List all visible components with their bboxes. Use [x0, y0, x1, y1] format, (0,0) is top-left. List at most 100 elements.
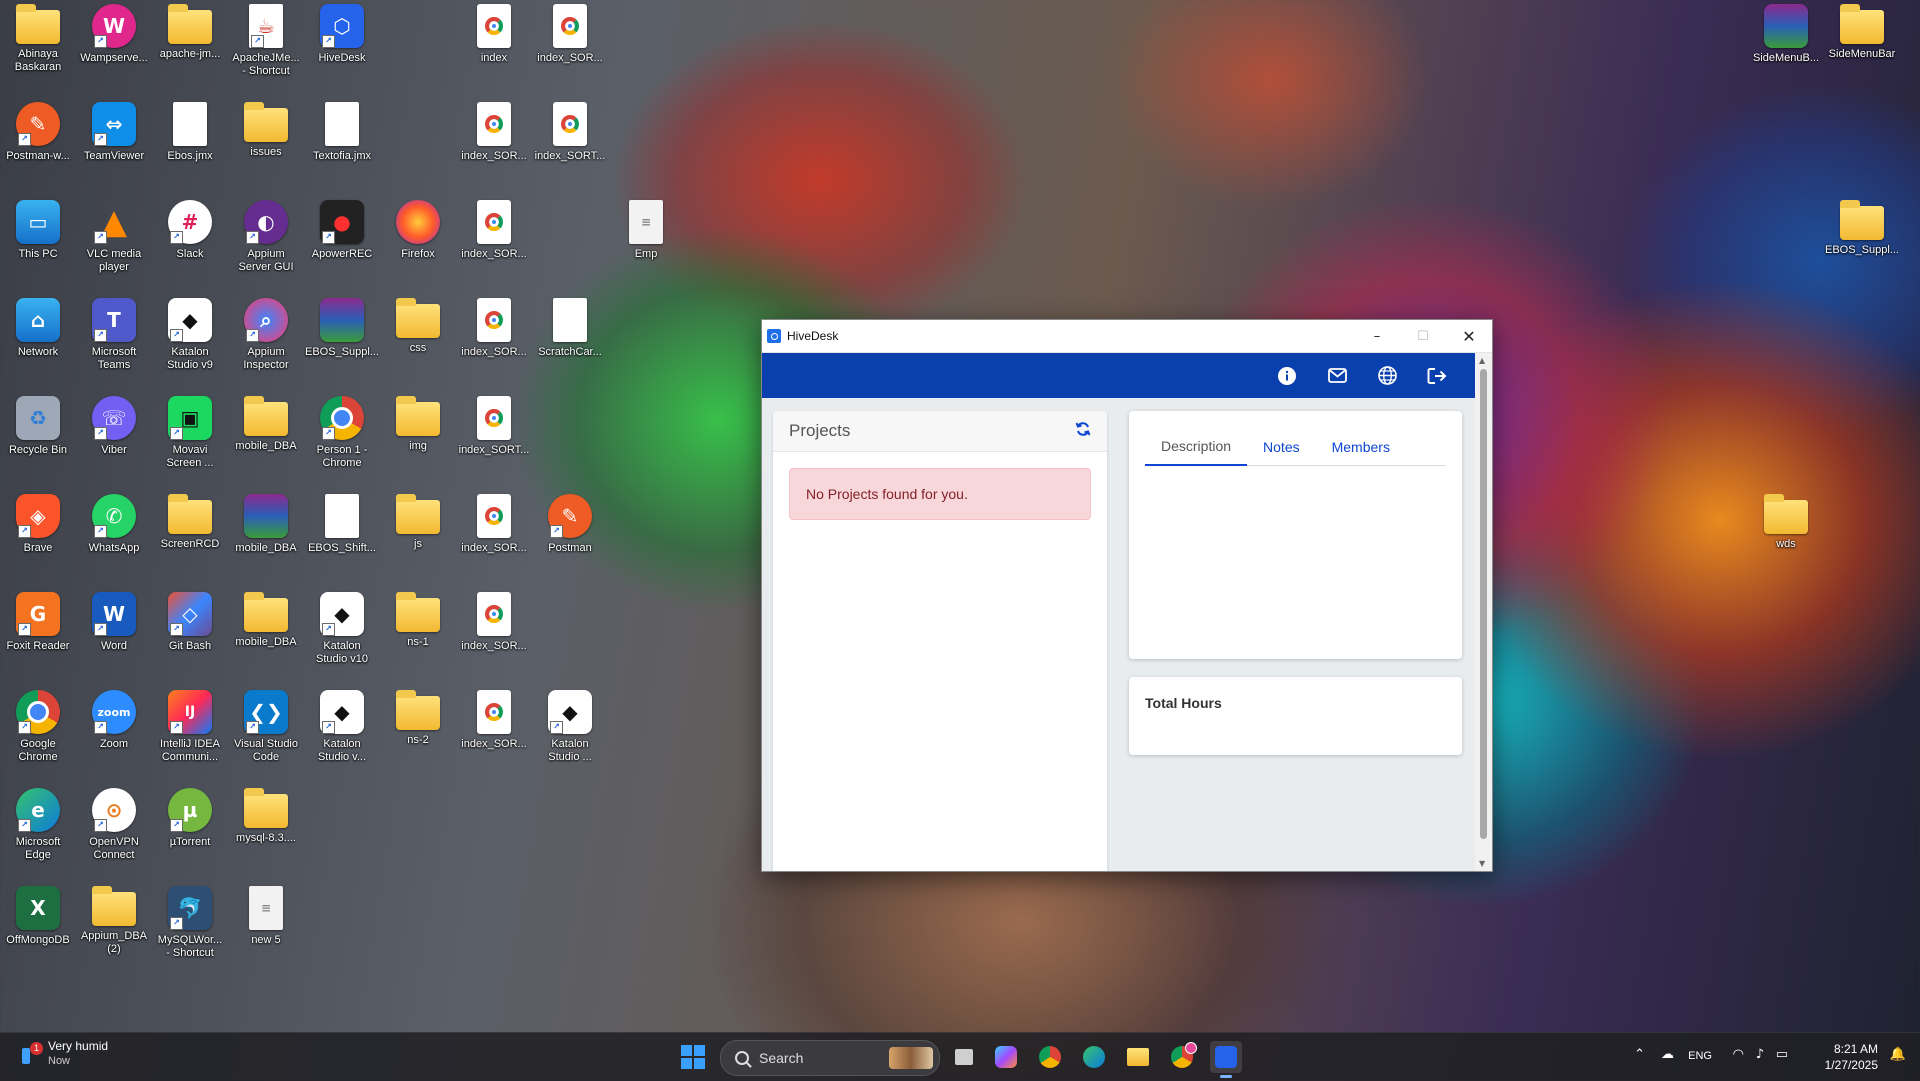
desktop-icon-wds[interactable]: wds — [1748, 494, 1824, 574]
desktop-icon-vscode[interactable]: ❮❯ ↗ Visual Studio Code — [228, 690, 304, 770]
desktop-icon-foxit-reader[interactable]: G ↗ Foxit Reader — [0, 592, 76, 672]
desktop-icon-ebos-jmx[interactable]: Ebos.jmx — [152, 102, 228, 182]
logout-button[interactable] — [1421, 360, 1453, 392]
desktop-icon-emp[interactable]: ≡ Emp — [608, 200, 684, 280]
desktop-icon-wampserver[interactable]: W ↗ Wampserve... — [76, 4, 152, 84]
maximize-button[interactable]: ☐ — [1400, 320, 1446, 352]
desktop-icon-index-sor-2[interactable]: index_SOR... — [456, 102, 532, 182]
edge-taskbar-button[interactable] — [1078, 1041, 1110, 1073]
task-view-button[interactable] — [948, 1041, 980, 1073]
language-indicator[interactable]: ENG — [1688, 1050, 1712, 1062]
desktop-icon-sidemenub-archive[interactable]: SideMenuB... — [1748, 4, 1824, 84]
vertical-scrollbar[interactable]: ▲ ▼ — [1475, 353, 1492, 871]
start-button[interactable] — [681, 1045, 705, 1069]
desktop-icon-utorrent[interactable]: µ ↗ µTorrent — [152, 788, 228, 868]
desktop-icon-openvpn[interactable]: ⊙ ↗ OpenVPN Connect — [76, 788, 152, 868]
minimize-button[interactable]: – — [1354, 320, 1400, 352]
desktop-icon-mysql-zip[interactable]: mysql-8.3.... — [228, 788, 304, 868]
desktop-icon-person-1-chrome[interactable]: ↗ Person 1 - Chrome — [304, 396, 380, 476]
hivedesk-taskbar-button[interactable] — [1210, 1041, 1242, 1078]
desktop-icon-ebos-suppl-archive[interactable]: EBOS_Suppl... — [304, 298, 380, 378]
desktop-icon-ns-2[interactable]: ns-2 — [380, 690, 456, 770]
desktop-icon-katalon-v10[interactable]: ◆ ↗ Katalon Studio v10 — [304, 592, 380, 672]
desktop-icon-google-chrome[interactable]: ↗ Google Chrome — [0, 690, 76, 770]
desktop-icon-index-sor-5[interactable]: index_SOR... — [456, 494, 532, 574]
desktop-icon-index[interactable]: index — [456, 4, 532, 84]
desktop-icon-index-sor[interactable]: index_SOR... — [532, 4, 608, 84]
onedrive-cloud-icon[interactable]: ☁ — [1661, 1047, 1674, 1062]
desktop-icon-appium-dba-2[interactable]: Appium_DBA (2) — [76, 886, 152, 966]
scrollbar-thumb[interactable] — [1480, 369, 1487, 839]
taskbar-search[interactable]: Search — [720, 1040, 940, 1076]
volume-icon[interactable]: ♪ — [1756, 1047, 1764, 1062]
desktop-icon-viber[interactable]: ☏ ↗ Viber — [76, 396, 152, 476]
desktop-icon-abinaya-baskaran[interactable]: Abinaya Baskaran — [0, 4, 76, 84]
desktop-icon-js[interactable]: js — [380, 494, 456, 574]
desktop-icon-this-pc[interactable]: ▭ This PC — [0, 200, 76, 280]
notification-bell-icon[interactable]: 🔔 — [1890, 1047, 1906, 1062]
desktop-icon-css[interactable]: css — [380, 298, 456, 378]
desktop-icon-ns-1[interactable]: ns-1 — [380, 592, 456, 672]
desktop-icon-git-bash[interactable]: ◇ ↗ Git Bash — [152, 592, 228, 672]
battery-icon[interactable]: ▭ — [1776, 1047, 1788, 1062]
wifi-icon[interactable]: ◠ — [1733, 1047, 1744, 1062]
desktop-icon-postman[interactable]: ✎ ↗ Postman — [532, 494, 608, 574]
desktop-icon-movavi[interactable]: ▣ ↗ Movavi Screen ... — [152, 396, 228, 476]
scroll-down-icon[interactable]: ▼ — [1479, 859, 1485, 868]
window-titlebar[interactable]: HiveDesk – ☐ ✕ — [762, 320, 1492, 353]
desktop-icon-apache-jmeter-shortcut[interactable]: ☕ ↗ ApacheJMe... - Shortcut — [228, 4, 304, 84]
desktop-icon-index-sor-7[interactable]: index_SOR... — [456, 690, 532, 770]
desktop-icon-appium-server[interactable]: ◐ ↗ Appium Server GUI — [228, 200, 304, 280]
desktop-icon-brave[interactable]: ◈ ↗ Brave — [0, 494, 76, 574]
close-button[interactable]: ✕ — [1446, 320, 1492, 352]
desktop-icon-recycle-bin[interactable]: ♻ Recycle Bin — [0, 396, 76, 476]
desktop-icon-word[interactable]: W ↗ Word — [76, 592, 152, 672]
desktop-icon-firefox[interactable]: Firefox — [380, 200, 456, 280]
desktop-icon-mysql-workbench[interactable]: 🐬 ↗ MySQLWor... - Shortcut — [152, 886, 228, 966]
desktop-icon-apache-jmeter-folder[interactable]: apache-jm... — [152, 4, 228, 84]
weather-widget[interactable]: 1 Very humid Now — [18, 1039, 108, 1067]
desktop-icon-scratchcar[interactable]: ScratchCar... — [532, 298, 608, 378]
desktop-icon-ebos-shift[interactable]: EBOS_Shift... — [304, 494, 380, 574]
desktop-icon-intellij[interactable]: IJ ↗ IntelliJ IDEA Communi... — [152, 690, 228, 770]
desktop-icon-index-sor-3[interactable]: index_SOR... — [456, 200, 532, 280]
desktop-icon-sidemenubar[interactable]: SideMenuBar — [1824, 4, 1900, 84]
desktop-icon-network[interactable]: ⌂ Network — [0, 298, 76, 378]
desktop-icon-appium-inspector[interactable]: ⌕ ↗ Appium Inspector — [228, 298, 304, 378]
desktop-icon-hivedesk[interactable]: ⬡ ↗ HiveDesk — [304, 4, 380, 84]
info-button[interactable] — [1271, 360, 1303, 392]
desktop-icon-mobile-dba-archive[interactable]: mobile_DBA — [228, 494, 304, 574]
desktop-icon-issues[interactable]: issues — [228, 102, 304, 182]
desktop-icon-screenrcd[interactable]: ScreenRCD — [152, 494, 228, 574]
desktop-icon-index-sort[interactable]: index_SORT... — [532, 102, 608, 182]
desktop-icon-postman-w[interactable]: ✎ ↗ Postman-w... — [0, 102, 76, 182]
desktop-icon-index-sor-6[interactable]: index_SOR... — [456, 592, 532, 672]
chrome-profile-taskbar-button[interactable] — [1166, 1041, 1198, 1073]
desktop-icon-ebos-suppl-folder[interactable]: EBOS_Suppl... — [1824, 200, 1900, 280]
desktop-icon-mobile-dba-folder[interactable]: mobile_DBA — [228, 396, 304, 476]
desktop-icon-katalon-v9[interactable]: ◆ ↗ Katalon Studio v9 — [152, 298, 228, 378]
desktop-icon-whatsapp[interactable]: ✆ ↗ WhatsApp — [76, 494, 152, 574]
desktop-icon-zoom[interactable]: zoom ↗ Zoom — [76, 690, 152, 770]
refresh-button[interactable] — [1075, 421, 1091, 442]
tab-notes[interactable]: Notes — [1247, 429, 1316, 465]
desktop-icon-katalon-studio[interactable]: ◆ ↗ Katalon Studio ... — [532, 690, 608, 770]
desktop-icon-index-sor-4[interactable]: index_SOR... — [456, 298, 532, 378]
desktop-icon-img[interactable]: img — [380, 396, 456, 476]
desktop-icon-offmongodb[interactable]: X OffMongoDB — [0, 886, 76, 966]
chrome-taskbar-button[interactable] — [1034, 1041, 1066, 1073]
desktop-icon-new-5[interactable]: ≡ new 5 — [228, 886, 304, 966]
desktop-icon-mobile-dba-zip[interactable]: mobile_DBA — [228, 592, 304, 672]
mail-button[interactable] — [1321, 360, 1353, 392]
tab-description[interactable]: Description — [1145, 428, 1248, 466]
clock[interactable]: 8:21 AM 1/27/2025 — [1825, 1041, 1878, 1073]
tab-members[interactable]: Members — [1316, 429, 1406, 465]
scroll-up-icon[interactable]: ▲ — [1479, 356, 1485, 365]
show-hidden-icons-chevron-icon[interactable]: ⌃ — [1634, 1047, 1645, 1062]
desktop-icon-apowerrec[interactable]: ● ↗ ApowerREC — [304, 200, 380, 280]
desktop-icon-slack[interactable]: # ↗ Slack — [152, 200, 228, 280]
desktop-icon-vlc[interactable]: ▲ ↗ VLC media player — [76, 200, 152, 280]
desktop-icon-katalon-v[interactable]: ◆ ↗ Katalon Studio v... — [304, 690, 380, 770]
globe-button[interactable] — [1371, 360, 1403, 392]
file-explorer-button[interactable] — [1122, 1041, 1154, 1073]
